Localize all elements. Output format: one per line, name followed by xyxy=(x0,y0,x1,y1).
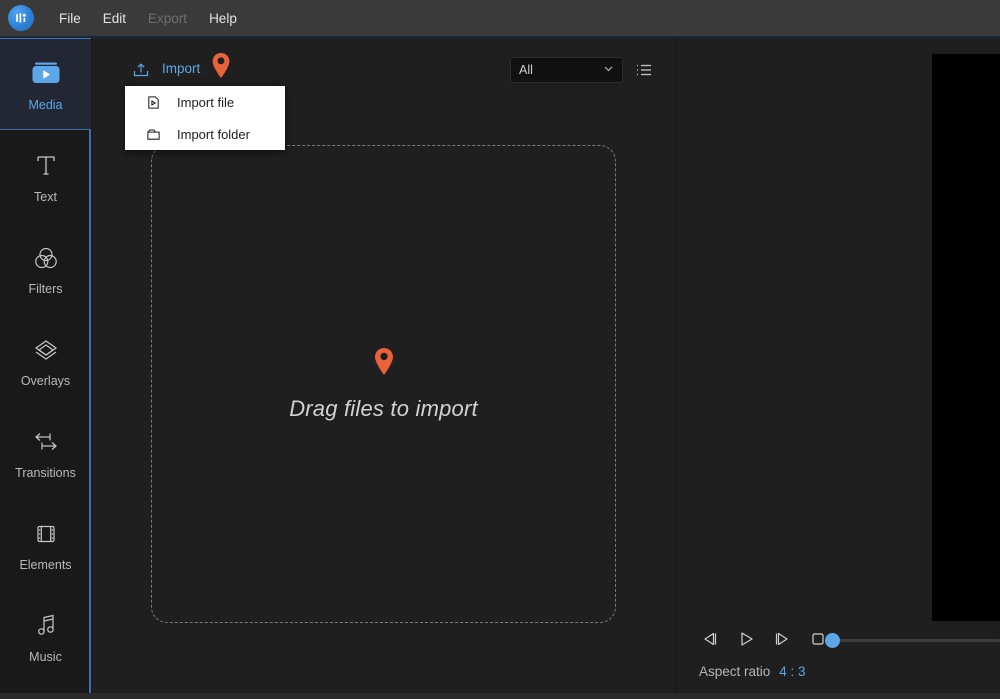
list-view-icon[interactable] xyxy=(634,60,654,80)
menu-item-file[interactable]: File xyxy=(48,7,92,30)
overlays-diamond-icon xyxy=(30,333,62,367)
map-pin-icon xyxy=(373,347,395,382)
sidebar-item-label: Filters xyxy=(28,283,62,296)
sidebar-item-music[interactable]: Music xyxy=(0,590,91,682)
sidebar-item-label: Media xyxy=(28,99,62,112)
import-button-label[interactable]: Import xyxy=(162,61,200,76)
menu-item-import-folder[interactable]: Import folder xyxy=(125,118,285,150)
file-video-icon xyxy=(145,94,161,110)
application-window: File Edit Export Help Media xyxy=(0,0,1000,699)
menu-item-help[interactable]: Help xyxy=(198,7,248,30)
volume-slider-thumb[interactable] xyxy=(825,633,840,648)
video-preview-canvas xyxy=(932,54,1000,621)
sidebar-item-filters[interactable]: Filters xyxy=(0,222,91,314)
dropzone-label: Drag files to import xyxy=(289,396,478,422)
chevron-down-icon xyxy=(603,61,614,79)
sidebar-item-text[interactable]: Text xyxy=(0,130,91,222)
import-upload-icon[interactable] xyxy=(131,60,151,80)
menu-item-export: Export xyxy=(137,7,198,30)
text-t-icon xyxy=(31,149,61,183)
app-logo-icon xyxy=(8,5,34,31)
sidebar-item-label: Overlays xyxy=(21,375,70,388)
play-icon[interactable] xyxy=(735,628,757,650)
filter-selected-value: All xyxy=(519,63,603,77)
step-forward-icon[interactable] xyxy=(771,628,793,650)
sidebar-item-overlays[interactable]: Overlays xyxy=(0,314,91,406)
sidebar-item-label: Elements xyxy=(19,559,71,572)
aspect-ratio-label: Aspect ratio xyxy=(699,664,770,679)
aspect-ratio-row: Aspect ratio 4 : 3 xyxy=(699,664,806,679)
sidebar-item-elements[interactable]: Elements xyxy=(0,498,91,590)
elements-filmstrip-icon xyxy=(31,517,61,551)
step-backward-icon[interactable] xyxy=(699,628,721,650)
sidebar-item-label: Text xyxy=(34,191,57,204)
sidebar: Media Text Filters xyxy=(0,38,91,699)
menu-item-import-file[interactable]: Import file xyxy=(125,86,285,118)
music-note-icon xyxy=(32,609,60,643)
folder-icon xyxy=(145,126,161,142)
sidebar-item-label: Music xyxy=(29,651,62,664)
menu-bar: File Edit Export Help xyxy=(0,0,1000,36)
transport-controls xyxy=(699,628,829,650)
sidebar-item-label: Transitions xyxy=(15,467,76,480)
bottom-status-bar xyxy=(0,693,1000,699)
menu-item-edit[interactable]: Edit xyxy=(92,7,137,30)
media-type-filter-select[interactable]: All xyxy=(510,57,623,83)
media-play-icon xyxy=(29,57,63,91)
preview-panel: Aspect ratio 4 : 3 xyxy=(677,38,1000,699)
sidebar-item-transitions[interactable]: Transitions xyxy=(0,406,91,498)
aspect-ratio-value[interactable]: 4 : 3 xyxy=(779,664,805,679)
sidebar-item-media[interactable]: Media xyxy=(0,38,91,130)
menu-item-label: Import file xyxy=(177,95,234,110)
drag-files-dropzone[interactable]: Drag files to import xyxy=(151,145,616,623)
import-dropdown-menu: Import file Import folder xyxy=(125,86,285,150)
menu-item-label: Import folder xyxy=(177,127,250,142)
transitions-arrows-icon xyxy=(29,425,63,459)
volume-slider[interactable] xyxy=(833,639,1000,642)
filters-circles-icon xyxy=(31,241,61,275)
map-pin-icon xyxy=(211,52,231,85)
